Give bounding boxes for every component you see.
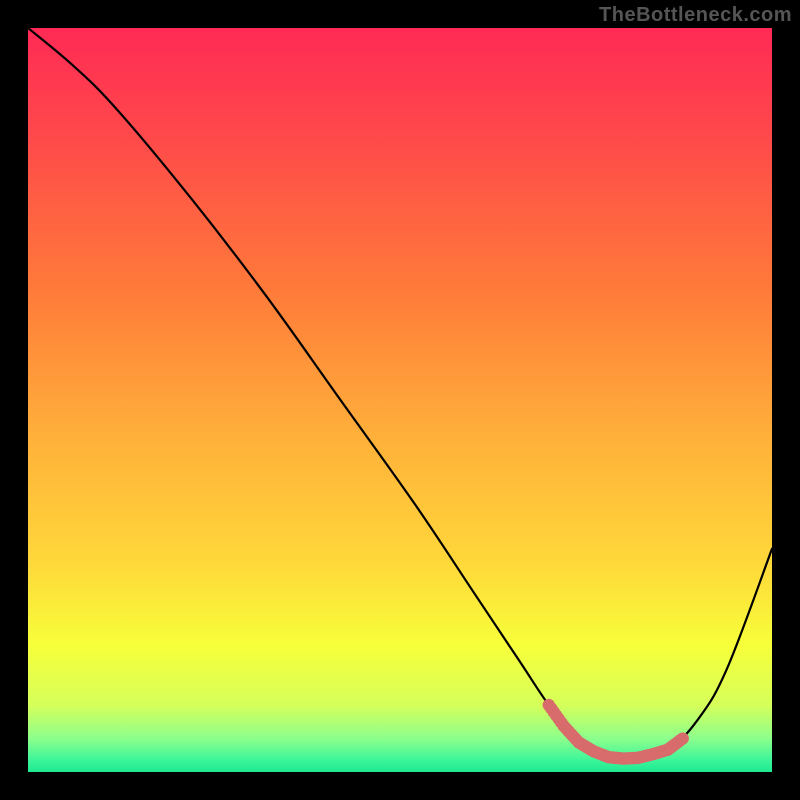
gradient-background [28,28,772,772]
chart-svg [28,28,772,772]
chart-plot-area [28,28,772,772]
watermark-text: TheBottleneck.com [599,4,792,27]
